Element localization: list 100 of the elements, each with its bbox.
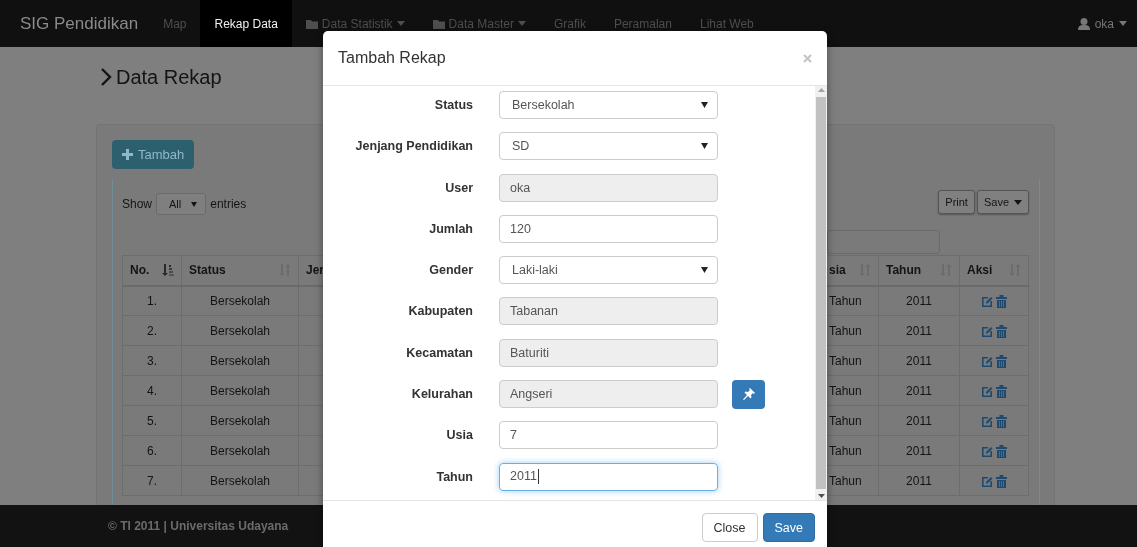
footer-text: © TI 2011 | Universitas Udayana xyxy=(108,519,289,533)
edit-icon[interactable] xyxy=(981,294,993,307)
trash-icon[interactable] xyxy=(996,474,1007,488)
modal-title: Tambah Rekap xyxy=(338,49,446,67)
field-label: Jenjang Pendidikan xyxy=(354,139,473,154)
user-icon xyxy=(1077,17,1090,30)
folder-icon xyxy=(432,18,445,29)
edit-icon[interactable] xyxy=(981,324,993,337)
column-header[interactable]: No. xyxy=(130,263,150,278)
column-header[interactable]: Status xyxy=(189,263,226,278)
field-label: User xyxy=(444,180,473,195)
brand-title[interactable]: SIG Pendidikan xyxy=(20,13,139,34)
input-field[interactable]: 7 xyxy=(499,421,718,450)
trash-icon[interactable] xyxy=(996,384,1007,398)
input-field[interactable]: Baturiti xyxy=(499,338,718,367)
caret-icon xyxy=(701,102,708,108)
user-menu[interactable]: oka xyxy=(1077,0,1137,47)
input-field[interactable]: Tabanan xyxy=(499,297,718,326)
caret-icon xyxy=(517,21,526,26)
table-cell: 7. xyxy=(147,473,157,488)
field-label: Status xyxy=(433,98,473,112)
export-button[interactable]: Save xyxy=(976,190,1029,214)
caret-icon xyxy=(1014,199,1022,205)
select-field[interactable]: SD xyxy=(499,132,718,161)
show-label: Show xyxy=(122,197,153,211)
field-label: Kecamatan xyxy=(405,345,473,360)
table-cell: Bersekolah xyxy=(209,413,270,428)
caret-icon xyxy=(396,21,405,26)
table-cell: Bersekolah xyxy=(209,443,270,458)
table-cell: Bersekolah xyxy=(209,353,270,368)
search-field[interactable] xyxy=(827,230,940,254)
trash-icon[interactable] xyxy=(996,444,1007,458)
table-cell: Tahun xyxy=(829,323,862,338)
table-cell: Tahun xyxy=(829,353,862,368)
column-header[interactable]: sia xyxy=(829,263,846,278)
table-cell: 1. xyxy=(147,293,157,308)
caret-icon xyxy=(191,201,198,207)
table-cell: 2011 xyxy=(906,473,932,488)
table-cell: 5. xyxy=(147,413,157,428)
table-cell: 2011 xyxy=(906,443,932,458)
arrow-up-icon xyxy=(817,86,825,94)
table-cell: Tahun xyxy=(829,473,862,488)
input-field[interactable]: 2011 xyxy=(499,462,718,491)
input-field[interactable]: Angseri xyxy=(499,380,718,409)
entries-select[interactable]: All xyxy=(156,193,207,215)
folder-icon xyxy=(305,18,318,29)
field-label: Gender xyxy=(428,263,473,278)
table-cell: Tahun xyxy=(829,293,862,308)
table-cell: Tahun xyxy=(829,443,862,458)
trash-icon[interactable] xyxy=(996,324,1007,338)
close-button[interactable]: Close xyxy=(701,513,758,542)
trash-icon[interactable] xyxy=(996,354,1007,368)
table-cell: Tahun xyxy=(829,413,862,428)
arrow-down-icon xyxy=(817,492,825,500)
field-label: Jumlah xyxy=(428,221,473,236)
entries-label: entries xyxy=(210,197,247,211)
table-cell: Tahun xyxy=(829,383,862,398)
edit-icon[interactable] xyxy=(981,354,993,367)
close-icon[interactable] xyxy=(803,53,812,63)
table-cell: Bersekolah xyxy=(209,323,270,338)
table-cell: 2011 xyxy=(906,323,932,338)
field-label: Tahun xyxy=(435,469,473,484)
page-title: Data Rekap xyxy=(116,65,222,89)
input-field[interactable]: oka xyxy=(499,173,718,202)
table-cell: 2011 xyxy=(906,383,932,398)
select-field[interactable]: Bersekolah xyxy=(499,91,718,119)
edit-icon[interactable] xyxy=(981,444,993,457)
table-cell: 2. xyxy=(147,323,157,338)
edit-icon[interactable] xyxy=(981,474,993,487)
table-cell: 2011 xyxy=(906,293,932,308)
caret-icon xyxy=(701,267,708,274)
edit-icon[interactable] xyxy=(981,384,993,397)
table-cell: 4. xyxy=(147,383,157,398)
column-header[interactable]: Jer xyxy=(306,263,325,278)
table-cell: 6. xyxy=(147,443,157,458)
field-label: Kabupaten xyxy=(407,304,473,319)
scrollbar[interactable] xyxy=(815,86,827,500)
table-cell: Bersekolah xyxy=(209,473,270,488)
add-button[interactable]: Tambah xyxy=(112,140,195,169)
table-cell: 3. xyxy=(147,353,157,368)
edit-icon[interactable] xyxy=(981,414,993,427)
caret-icon xyxy=(1119,21,1127,26)
nav-item[interactable]: Rekap Data xyxy=(200,0,292,47)
chevron-icon xyxy=(100,67,113,87)
table-cell: 2011 xyxy=(906,413,932,428)
column-header[interactable]: Aksi xyxy=(967,263,993,278)
field-label: Usia xyxy=(445,428,473,443)
caret-icon xyxy=(701,143,708,150)
trash-icon[interactable] xyxy=(996,294,1007,308)
table-cell: Bersekolah xyxy=(209,383,270,398)
table-cell: Bersekolah xyxy=(209,293,270,308)
sort-icon xyxy=(162,264,174,277)
input-field[interactable]: 120 xyxy=(499,214,718,243)
export-button[interactable]: Print xyxy=(938,190,975,214)
field-label: Kelurahan xyxy=(410,387,473,402)
save-button[interactable]: Save xyxy=(762,513,815,542)
trash-icon[interactable] xyxy=(996,414,1007,428)
pin-icon xyxy=(742,388,755,401)
select-field[interactable]: Laki-laki xyxy=(499,256,718,285)
pin-button[interactable] xyxy=(732,379,765,409)
